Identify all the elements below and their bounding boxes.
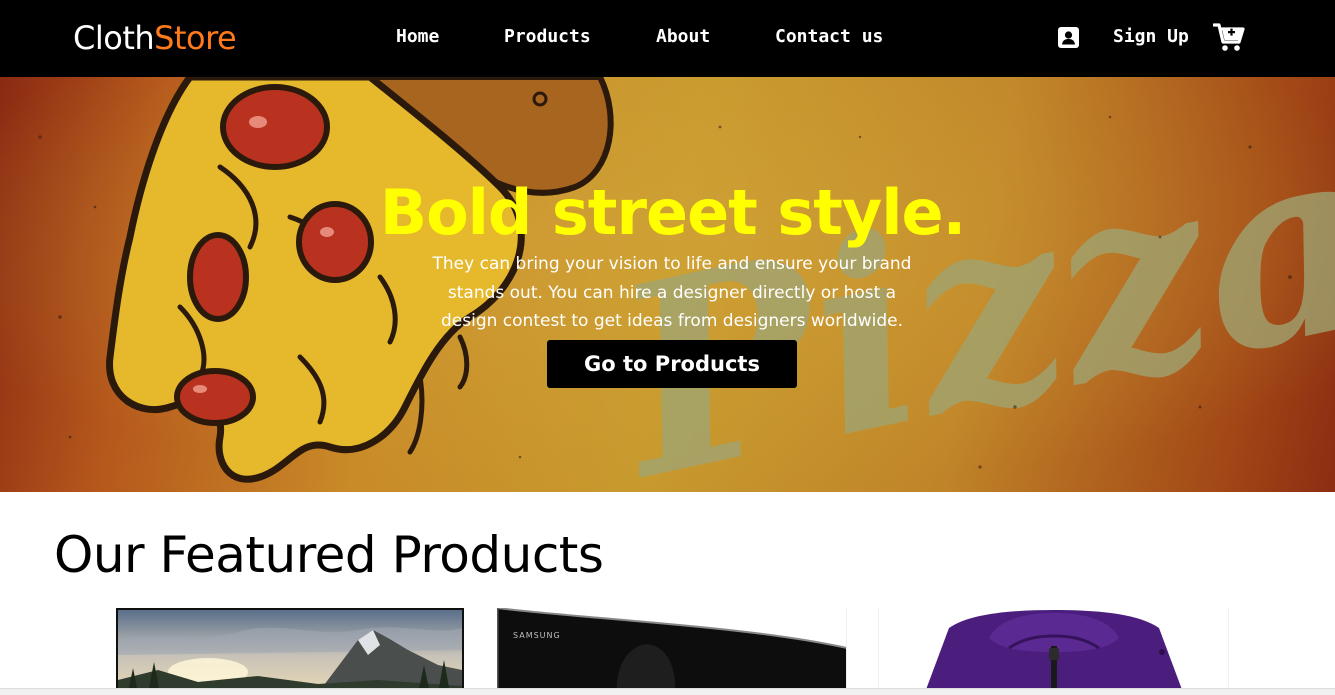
- nav-home-link[interactable]: Home: [396, 24, 439, 50]
- brand-logo[interactable]: ClothStore: [73, 16, 237, 60]
- brand-part-2: Store: [154, 19, 237, 57]
- cart-icon[interactable]: [1213, 22, 1245, 52]
- product-image-purple-jacket: [924, 610, 1184, 695]
- product-card[interactable]: [116, 608, 464, 695]
- sign-up-link[interactable]: Sign Up: [1113, 24, 1189, 50]
- horizontal-scrollbar[interactable]: [0, 688, 1335, 695]
- product-card[interactable]: SAMSUNG: [497, 608, 847, 695]
- navbar: ClothStore Home Products About Contact u…: [0, 0, 1335, 77]
- go-to-products-button[interactable]: Go to Products: [547, 340, 797, 388]
- samsung-brand-text: SAMSUNG: [513, 631, 561, 640]
- nav-contact-link[interactable]: Contact us: [775, 24, 883, 50]
- hero-banner: Pizza Bold street style. They can bring …: [0, 77, 1335, 492]
- product-card[interactable]: [878, 608, 1229, 695]
- featured-products-heading: Our Featured Products: [54, 526, 604, 584]
- product-image-mountain-monitor: [118, 610, 462, 693]
- nav-products-link[interactable]: Products: [504, 24, 591, 50]
- hero-title: Bold street style.: [379, 176, 966, 249]
- user-icon[interactable]: [1058, 27, 1079, 48]
- product-image-curved-monitor: SAMSUNG: [497, 608, 846, 695]
- nav-about-link[interactable]: About: [656, 24, 710, 50]
- brand-part-1: Cloth: [73, 19, 155, 57]
- hero-description: They can bring your vision to life and e…: [432, 254, 912, 331]
